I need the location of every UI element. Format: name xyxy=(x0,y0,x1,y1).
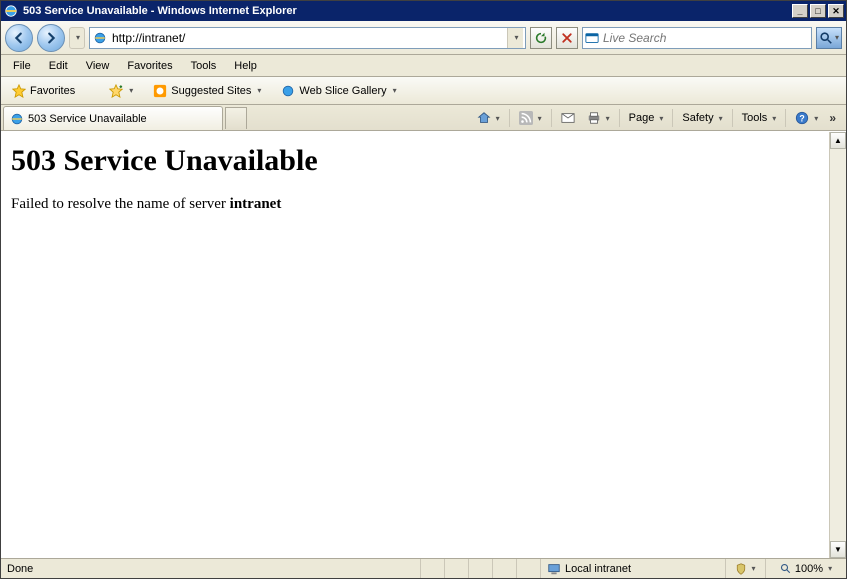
search-go-button[interactable]: ▾ xyxy=(816,27,842,49)
error-prefix: Failed to resolve the name of server xyxy=(11,196,230,212)
search-box xyxy=(582,27,812,49)
suggested-sites-label: Suggested Sites xyxy=(171,85,251,97)
minimize-button[interactable]: _ xyxy=(792,4,808,18)
menu-file[interactable]: File xyxy=(5,57,39,75)
content-area: 503 Service Unavailable Failed to resolv… xyxy=(1,131,846,558)
web-slice-icon xyxy=(281,84,295,98)
address-bar: ▾ xyxy=(89,27,526,49)
read-mail-button[interactable] xyxy=(556,108,580,128)
page-body: 503 Service Unavailable Failed to resolv… xyxy=(1,132,829,558)
status-text: Done xyxy=(1,559,421,578)
separator xyxy=(785,109,786,127)
page-heading: 503 Service Unavailable xyxy=(11,144,819,178)
forward-button[interactable] xyxy=(37,24,65,52)
safety-menu[interactable]: Safety▾ xyxy=(677,109,727,127)
separator xyxy=(509,109,510,127)
overflow-chevron[interactable]: » xyxy=(825,111,840,125)
favorites-bar: Favorites ▾ Suggested Sites ▾ Web Slice … xyxy=(1,77,846,105)
page-menu[interactable]: Page▾ xyxy=(624,109,669,127)
web-slice-label: Web Slice Gallery xyxy=(299,85,386,97)
home-icon xyxy=(477,111,491,125)
tab-strip: 503 Service Unavailable ▾ ▾ ▾ Page▾ Safe… xyxy=(1,105,846,131)
separator xyxy=(672,109,673,127)
page-menu-label: Page xyxy=(629,112,655,124)
svg-text:?: ? xyxy=(800,114,805,124)
zoom-control[interactable]: 100% ▾ xyxy=(766,559,846,578)
tools-menu[interactable]: Tools▾ xyxy=(737,109,782,127)
scroll-down-button[interactable]: ▼ xyxy=(830,541,846,558)
address-dropdown[interactable]: ▾ xyxy=(507,28,523,48)
command-bar: ▾ ▾ ▾ Page▾ Safety▾ Tools▾ ?▾ » xyxy=(472,108,840,128)
separator xyxy=(551,109,552,127)
security-zone[interactable]: Local intranet xyxy=(541,559,726,578)
mail-icon xyxy=(561,111,575,125)
star-icon xyxy=(12,84,26,98)
page-error-text: Failed to resolve the name of server int… xyxy=(11,196,819,213)
back-button[interactable] xyxy=(5,24,33,52)
menu-bar: File Edit View Favorites Tools Help xyxy=(1,55,846,77)
tab-active[interactable]: 503 Service Unavailable xyxy=(3,106,223,130)
favorites-button[interactable]: Favorites xyxy=(5,81,82,101)
close-button[interactable]: ✕ xyxy=(828,4,844,18)
menu-favorites[interactable]: Favorites xyxy=(119,57,180,75)
status-panes xyxy=(421,559,541,578)
zone-label: Local intranet xyxy=(565,563,631,575)
tab-page-icon xyxy=(10,112,24,126)
home-button[interactable]: ▾ xyxy=(472,108,505,128)
printer-icon xyxy=(587,111,601,125)
scroll-up-button[interactable]: ▲ xyxy=(830,132,846,149)
status-pane xyxy=(517,559,541,578)
web-slice-button[interactable]: Web Slice Gallery ▾ xyxy=(274,81,403,101)
window-titlebar: 503 Service Unavailable - Windows Intern… xyxy=(1,1,846,21)
menu-view[interactable]: View xyxy=(78,57,118,75)
tab-title: 503 Service Unavailable xyxy=(28,113,147,125)
window-title: 503 Service Unavailable - Windows Intern… xyxy=(23,5,790,17)
status-pane xyxy=(493,559,517,578)
search-input[interactable] xyxy=(603,31,809,45)
suggested-sites-icon xyxy=(153,84,167,98)
rss-icon xyxy=(519,111,533,125)
add-to-favorites-button[interactable]: ▾ xyxy=(102,81,140,101)
help-icon: ? xyxy=(795,111,809,125)
navigation-toolbar: ▾ ▾ ▾ xyxy=(1,21,846,55)
safety-menu-label: Safety xyxy=(682,112,713,124)
status-pane xyxy=(445,559,469,578)
address-input[interactable] xyxy=(112,31,503,45)
feeds-button[interactable]: ▾ xyxy=(514,108,547,128)
favorites-label: Favorites xyxy=(30,85,75,97)
suggested-sites-button[interactable]: Suggested Sites ▾ xyxy=(146,81,268,101)
menu-edit[interactable]: Edit xyxy=(41,57,76,75)
computer-icon xyxy=(547,562,561,576)
ie-logo-icon xyxy=(3,3,19,19)
status-pane xyxy=(421,559,445,578)
help-button[interactable]: ?▾ xyxy=(790,108,823,128)
search-provider-icon xyxy=(585,31,599,45)
zoom-icon xyxy=(780,563,792,575)
separator xyxy=(619,109,620,127)
menu-tools[interactable]: Tools xyxy=(183,57,225,75)
protected-mode[interactable]: ▾ xyxy=(726,559,766,578)
refresh-button[interactable] xyxy=(530,27,552,49)
status-pane xyxy=(469,559,493,578)
stop-button[interactable] xyxy=(556,27,578,49)
shield-icon xyxy=(735,563,747,575)
vertical-scrollbar[interactable]: ▲ ▼ xyxy=(829,132,846,558)
status-bar: Done Local intranet ▾ 100% ▾ xyxy=(1,558,846,578)
tools-menu-label: Tools xyxy=(742,112,768,124)
recent-dropdown[interactable]: ▾ xyxy=(69,27,85,49)
menu-help[interactable]: Help xyxy=(226,57,265,75)
error-server-name: intranet xyxy=(230,196,282,212)
star-plus-icon xyxy=(109,84,123,98)
new-tab-button[interactable] xyxy=(225,107,247,129)
page-icon xyxy=(92,30,108,46)
print-button[interactable]: ▾ xyxy=(582,108,615,128)
separator xyxy=(732,109,733,127)
scroll-track[interactable] xyxy=(830,149,846,541)
maximize-button[interactable]: □ xyxy=(810,4,826,18)
zoom-level: 100% xyxy=(795,563,823,575)
